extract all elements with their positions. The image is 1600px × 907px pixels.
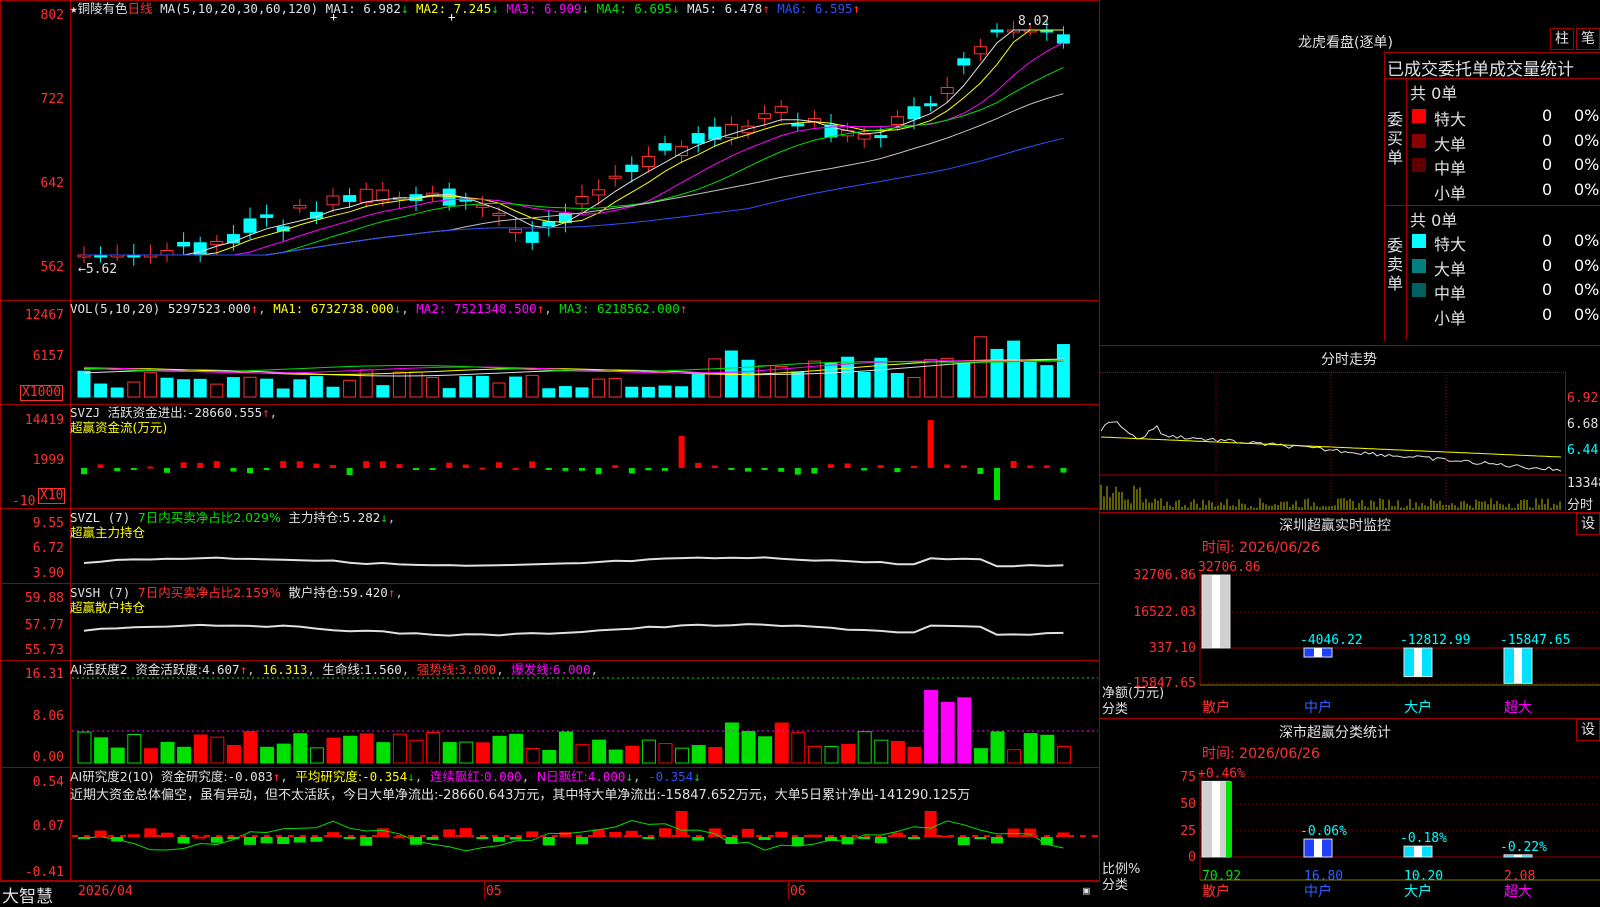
category-label: 散户 (1202, 883, 1230, 900)
value-label: -0.18% (1400, 831, 1447, 846)
bar-highlight (1414, 846, 1422, 857)
percent-value: 10.20 (1404, 869, 1443, 884)
percent-value: 2.08 (1504, 869, 1535, 884)
value-label: -0.22% (1500, 840, 1547, 855)
category-label: 超大 (1504, 884, 1532, 900)
tick-label: 0 (1188, 850, 1196, 865)
bar-edge (1226, 781, 1232, 857)
percent-value: 16.80 (1304, 869, 1343, 884)
bar-highlight (1514, 854, 1522, 857)
bar-highlight (1212, 781, 1220, 857)
percent-value: 70.92 (1202, 869, 1241, 884)
tick-label: 75 (1180, 770, 1196, 785)
tick-label: 50 (1180, 797, 1196, 812)
sz-class-ylabel2: 分类 (1102, 878, 1129, 893)
bar-highlight (1314, 839, 1322, 857)
tick-label: 25 (1180, 824, 1196, 839)
category-label: 中户 (1304, 883, 1332, 900)
value-label: +0.46% (1198, 766, 1245, 781)
sz-class-chart: 75 50 25 0 +0.46% 散户70.92 -0.06% 中户16.80 -0.18% 大… (1180, 766, 1600, 900)
category-label: 大户 (1404, 883, 1432, 900)
value-label: -0.06% (1300, 824, 1347, 839)
